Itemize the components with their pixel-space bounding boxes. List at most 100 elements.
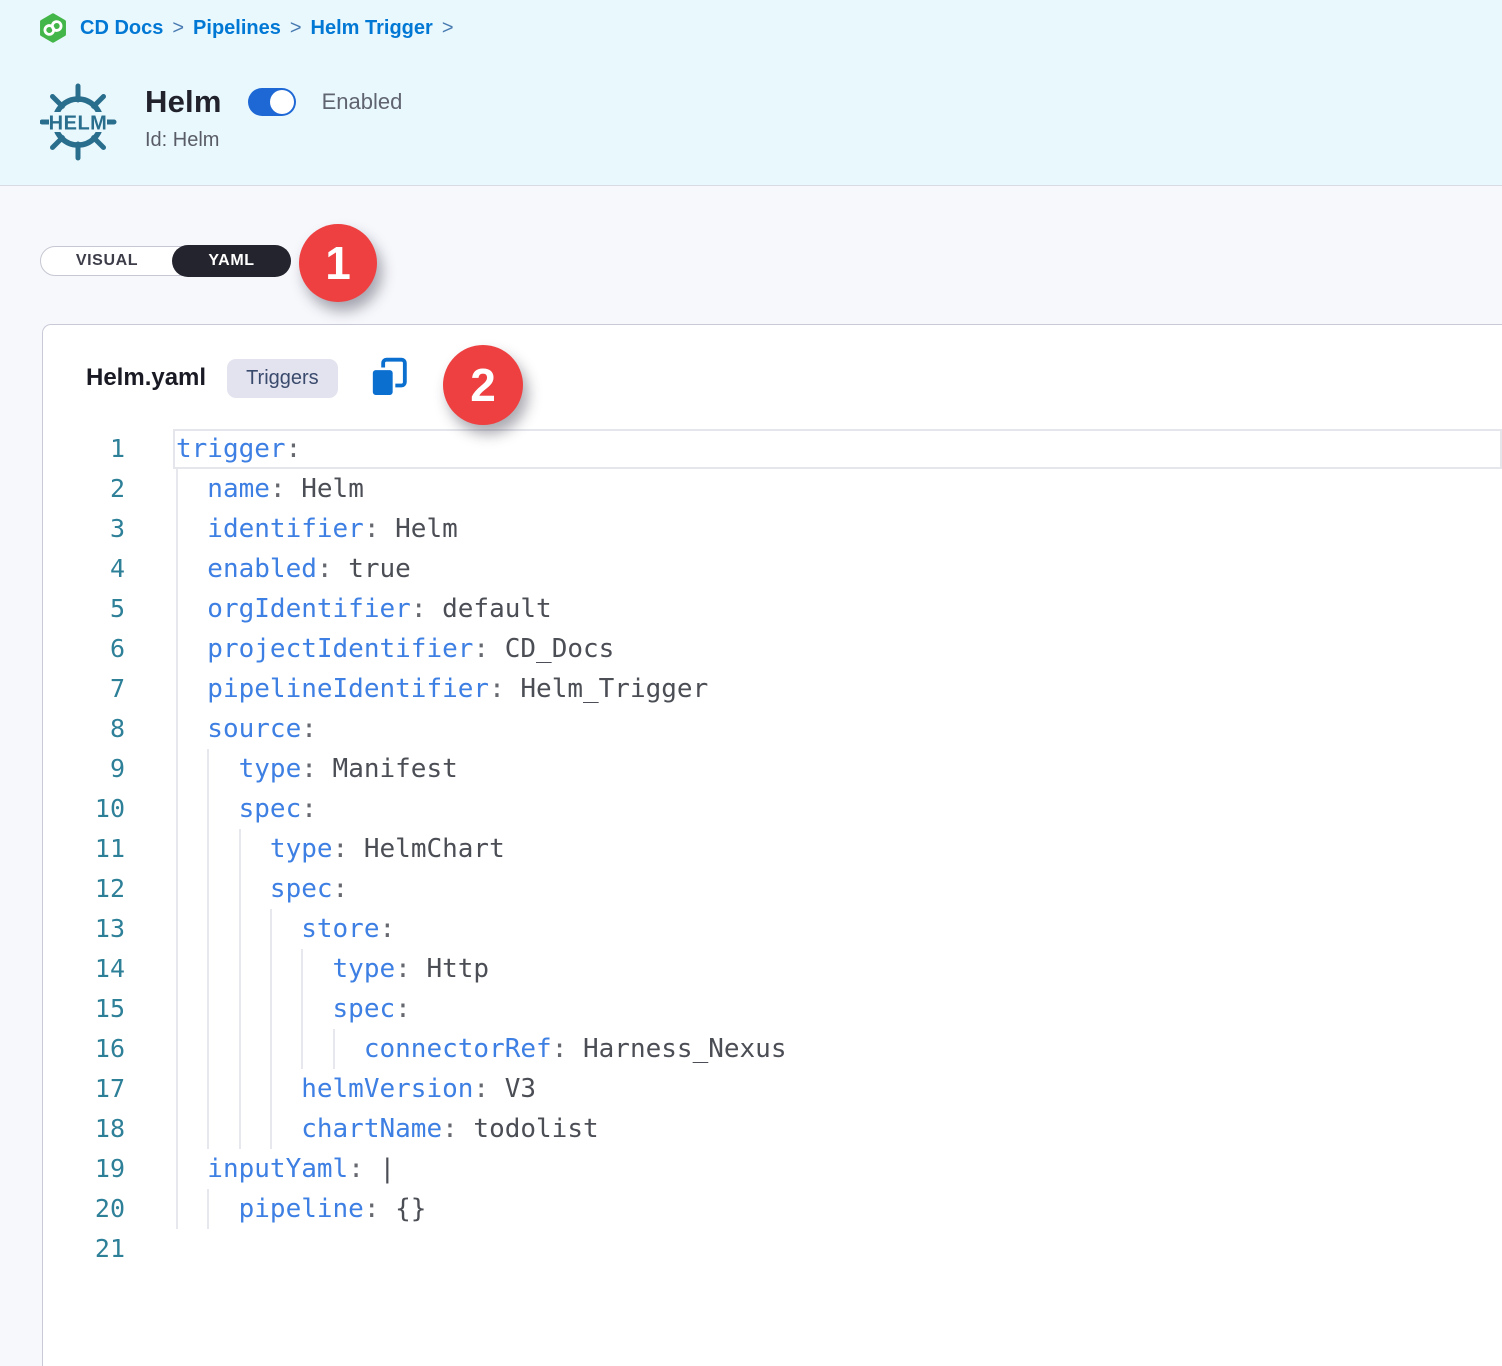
indent-guide <box>207 829 209 869</box>
page-header: CD Docs > Pipelines > Helm Trigger > <box>0 0 1502 186</box>
triggers-badge: Triggers <box>227 359 338 398</box>
code-line-row: 16 connectorRef: Harness_Nexus <box>43 1029 1502 1069</box>
code-line[interactable]: chartName: todolist <box>173 1109 1502 1149</box>
code-line-row: 5 orgIdentifier: default <box>43 589 1502 629</box>
indent-guide <box>176 469 178 509</box>
screen: CD Docs > Pipelines > Helm Trigger > <box>0 0 1502 1366</box>
indent-guide <box>176 709 178 749</box>
enabled-toggle[interactable] <box>248 88 296 116</box>
line-number: 18 <box>43 1109 173 1149</box>
indent-guide <box>239 869 241 909</box>
helm-logo-text: HELM <box>49 113 108 135</box>
indent-guide <box>239 1069 241 1109</box>
breadcrumb-item-cd-docs[interactable]: CD Docs <box>80 17 163 40</box>
indent-guide <box>176 1069 178 1109</box>
toggle-knob <box>270 90 294 114</box>
current-line-highlight <box>173 429 1502 469</box>
code-line[interactable]: enabled: true <box>173 549 1502 589</box>
copy-icon <box>369 356 409 400</box>
line-number: 16 <box>43 1029 173 1069</box>
code-line[interactable]: helmVersion: V3 <box>173 1069 1502 1109</box>
line-number: 1 <box>43 429 173 469</box>
code-line[interactable]: identifier: Helm <box>173 509 1502 549</box>
code-line-row: 18 chartName: todolist <box>43 1109 1502 1149</box>
yaml-panel-header: Helm.yaml Triggers <box>43 325 1502 400</box>
indent-guide <box>176 589 178 629</box>
line-number: 7 <box>43 669 173 709</box>
code-line[interactable]: type: HelmChart <box>173 829 1502 869</box>
code-line[interactable]: spec: <box>173 989 1502 1029</box>
code-line[interactable]: store: <box>173 909 1502 949</box>
annotation-step-1: 1 <box>299 224 377 302</box>
indent-guide <box>239 1029 241 1069</box>
indent-guide <box>301 949 303 989</box>
code-line[interactable]: orgIdentifier: default <box>173 589 1502 629</box>
trigger-title-block: HELM Helm Enabled Id: Helm <box>40 82 402 168</box>
annotation-step-2: 2 <box>443 345 523 425</box>
code-line[interactable]: projectIdentifier: CD_Docs <box>173 629 1502 669</box>
code-line[interactable]: name: Helm <box>173 469 1502 509</box>
line-number: 17 <box>43 1069 173 1109</box>
line-number: 20 <box>43 1189 173 1229</box>
tab-yaml[interactable]: YAML <box>172 245 291 277</box>
code-line[interactable]: connectorRef: Harness_Nexus <box>173 1029 1502 1069</box>
line-number: 5 <box>43 589 173 629</box>
trigger-id: Id: Helm <box>145 129 402 152</box>
indent-guide <box>301 1029 303 1069</box>
line-number: 2 <box>43 469 173 509</box>
line-number: 14 <box>43 949 173 989</box>
cd-module-icon <box>38 13 68 43</box>
code-line-row: 13 store: <box>43 909 1502 949</box>
indent-guide <box>207 869 209 909</box>
tab-visual[interactable]: VISUAL <box>41 252 173 270</box>
indent-guide <box>239 1109 241 1149</box>
indent-guide <box>176 949 178 989</box>
indent-guide <box>176 1029 178 1069</box>
indent-guide <box>270 1069 272 1109</box>
indent-guide <box>207 1189 209 1229</box>
indent-guide <box>176 1109 178 1149</box>
code-line[interactable]: pipelineIdentifier: Helm_Trigger <box>173 669 1502 709</box>
code-line-row: 19 inputYaml: | <box>43 1149 1502 1189</box>
indent-guide <box>176 629 178 669</box>
line-number: 19 <box>43 1149 173 1189</box>
page-title: Helm <box>145 84 222 120</box>
code-line[interactable]: trigger: <box>173 429 1502 469</box>
code-line[interactable]: source: <box>173 709 1502 749</box>
code-line[interactable]: type: Manifest <box>173 749 1502 789</box>
indent-guide <box>270 1029 272 1069</box>
code-line[interactable]: spec: <box>173 789 1502 829</box>
yaml-editor[interactable]: 1trigger:2 name: Helm3 identifier: Helm4… <box>43 429 1502 1366</box>
code-line-row: 14 type: Http <box>43 949 1502 989</box>
indent-guide <box>239 909 241 949</box>
line-number: 6 <box>43 629 173 669</box>
line-number: 4 <box>43 549 173 589</box>
indent-guide <box>207 749 209 789</box>
copy-yaml-button[interactable] <box>369 356 409 400</box>
indent-guide <box>176 989 178 1029</box>
code-line-row: 3 identifier: Helm <box>43 509 1502 549</box>
indent-guide <box>239 989 241 1029</box>
breadcrumb-separator: > <box>172 17 184 40</box>
code-line[interactable] <box>173 1229 1502 1269</box>
yaml-panel: Helm.yaml Triggers 1trigger:2 name: Helm… <box>42 324 1502 1366</box>
breadcrumb-separator: > <box>290 17 302 40</box>
file-name: Helm.yaml <box>86 364 206 392</box>
enabled-label: Enabled <box>322 89 403 115</box>
code-line[interactable]: type: Http <box>173 949 1502 989</box>
line-number: 3 <box>43 509 173 549</box>
breadcrumb-separator: > <box>442 17 454 40</box>
code-line[interactable]: inputYaml: | <box>173 1149 1502 1189</box>
code-line[interactable]: spec: <box>173 869 1502 909</box>
breadcrumb-item-pipelines[interactable]: Pipelines <box>193 17 281 40</box>
indent-guide <box>207 989 209 1029</box>
indent-guide <box>176 669 178 709</box>
code-line[interactable]: pipeline: {} <box>173 1189 1502 1229</box>
helm-logo-icon: HELM <box>40 82 118 168</box>
breadcrumb: CD Docs > Pipelines > Helm Trigger > <box>38 13 454 43</box>
indent-guide <box>301 989 303 1029</box>
indent-guide <box>176 749 178 789</box>
code-line-row: 4 enabled: true <box>43 549 1502 589</box>
line-number: 12 <box>43 869 173 909</box>
breadcrumb-item-helm-trigger[interactable]: Helm Trigger <box>311 17 433 40</box>
